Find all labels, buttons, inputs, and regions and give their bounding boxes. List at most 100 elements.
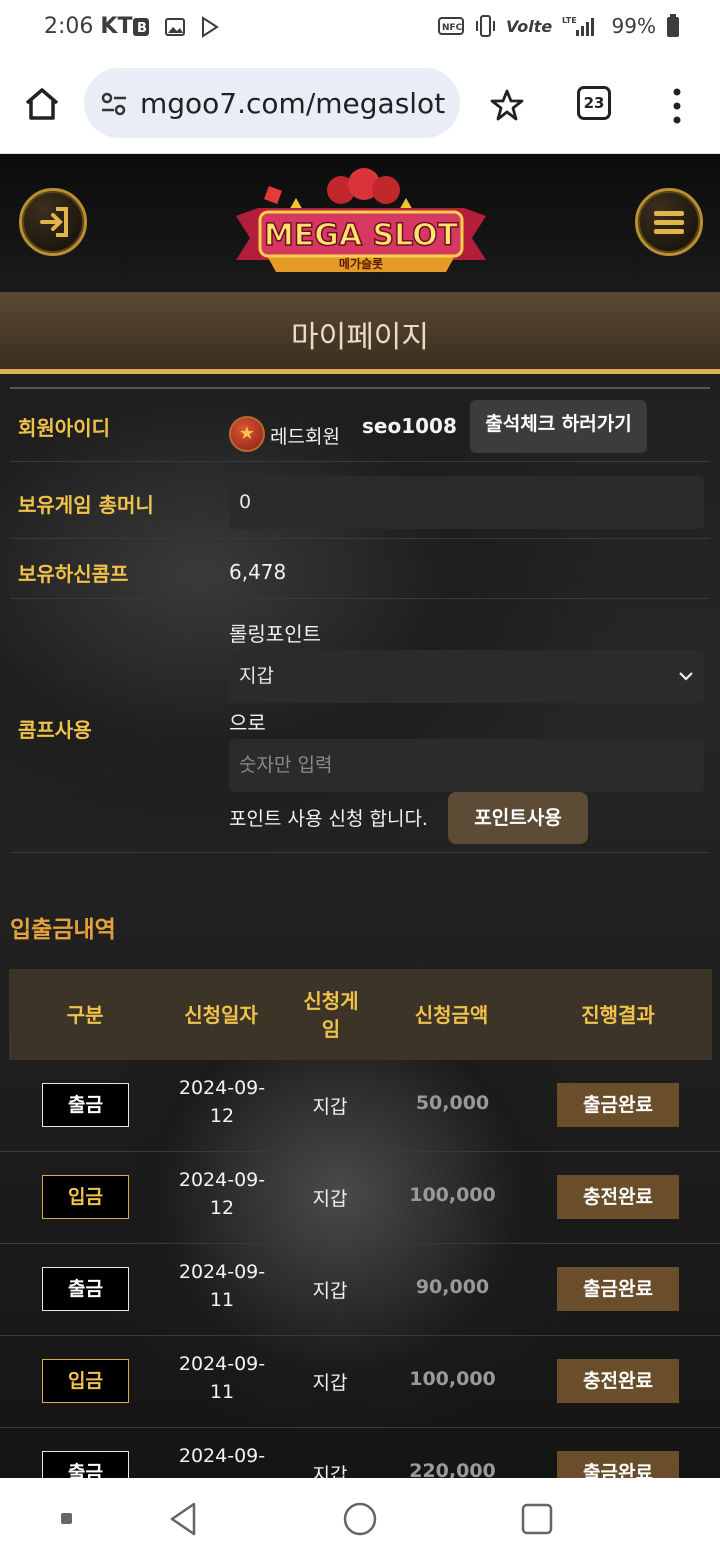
battery-percent: 99% bbox=[611, 14, 656, 38]
status-system-icons: NFC Volte LTE 99% bbox=[437, 14, 680, 38]
point-apply-text: 포인트 사용 신청 합니다. bbox=[229, 808, 428, 830]
battery-icon bbox=[667, 14, 679, 37]
chevron-down-icon bbox=[679, 672, 693, 681]
browser-toolbar: mgoo7.com/megaslot 23 bbox=[0, 56, 720, 154]
type-badge-out: 출금 bbox=[42, 1451, 129, 1478]
svg-text:LTE: LTE bbox=[562, 16, 577, 25]
history-table-header: 구분 신청일자 신청게임 신청금액 진행결과 bbox=[9, 969, 712, 1060]
status-badge: 출금완료 bbox=[557, 1451, 679, 1478]
request-date: 2024-09-12 bbox=[178, 1077, 266, 1127]
point-amount-input[interactable]: 숫자만 입력 bbox=[229, 739, 704, 792]
gallery-icon bbox=[165, 18, 185, 36]
request-amount: 50,000 bbox=[415, 1092, 490, 1114]
red-member-star-icon: ★ bbox=[229, 416, 265, 452]
request-game: 지갑 bbox=[312, 1372, 348, 1394]
table-row: 출금 2024-09-12 지갑 50,000 출금완료 bbox=[0, 1060, 720, 1152]
bookmark-star-icon[interactable] bbox=[490, 88, 524, 122]
status-notification-icons: B bbox=[130, 16, 220, 38]
table-row: 입금 2024-09-12 지갑 100,000 충전완료 bbox=[0, 1152, 720, 1244]
request-game: 지갑 bbox=[312, 1096, 348, 1118]
type-badge-in: 입금 bbox=[42, 1359, 129, 1403]
vibrate-icon bbox=[475, 15, 495, 37]
request-amount: 220,000 bbox=[409, 1460, 496, 1478]
logo-subtext: 메가슬롯 bbox=[339, 256, 383, 271]
request-date: 2024-09-12 bbox=[178, 1169, 266, 1219]
url-text: mgoo7.com/megaslot bbox=[140, 87, 446, 120]
status-bar: 2:06 KT B NFC Volte LTE 99% bbox=[0, 0, 720, 56]
divider bbox=[10, 387, 710, 389]
type-badge-in: 입금 bbox=[42, 1175, 129, 1219]
type-badge-out: 출금 bbox=[42, 1267, 129, 1311]
hamburger-menu-icon bbox=[654, 211, 684, 234]
request-amount: 100,000 bbox=[409, 1184, 496, 1206]
table-row: 출금 2024-09- 지갑 220,000 출금완료 bbox=[0, 1428, 720, 1478]
back-icon[interactable] bbox=[166, 1500, 200, 1538]
divider bbox=[10, 538, 710, 539]
game-money-field: 0 bbox=[229, 476, 704, 529]
comp-use-label: 콤프사용 bbox=[18, 718, 92, 742]
home-circle-icon[interactable] bbox=[342, 1501, 378, 1537]
login-icon bbox=[40, 207, 68, 237]
divider bbox=[10, 852, 710, 853]
svg-text:B: B bbox=[137, 21, 147, 36]
svg-text:NFC: NFC bbox=[442, 23, 463, 33]
status-badge: 충전완료 bbox=[557, 1359, 679, 1403]
request-game: 지갑 bbox=[312, 1188, 348, 1210]
site-settings-icon[interactable] bbox=[100, 90, 128, 118]
login-button[interactable] bbox=[19, 188, 87, 256]
wallet-select[interactable]: 지갑 bbox=[229, 650, 704, 703]
site-content: MEGA SLOT 메가슬롯 마이페이지 회원아이디 ★ 레드회원 seo100… bbox=[0, 154, 720, 1478]
column-header: 신청일자 bbox=[184, 1002, 258, 1027]
menu-button[interactable] bbox=[635, 188, 703, 256]
mega-slot-logo[interactable]: MEGA SLOT 메가슬롯 bbox=[236, 168, 486, 280]
comp-label: 보유하신콤프 bbox=[18, 562, 129, 586]
site-header: MEGA SLOT 메가슬롯 bbox=[0, 154, 720, 292]
status-badge: 충전완료 bbox=[557, 1175, 679, 1219]
home-icon[interactable] bbox=[22, 84, 62, 124]
request-date: 2024-09-11 bbox=[178, 1353, 266, 1403]
table-row: 입금 2024-09-11 지갑 100,000 충전완료 bbox=[0, 1336, 720, 1428]
page-title-bar: 마이페이지 bbox=[0, 292, 720, 374]
game-money-label: 보유게임 총머니 bbox=[18, 493, 154, 517]
member-level: 레드회원 bbox=[270, 426, 340, 448]
more-menu-icon[interactable] bbox=[667, 86, 687, 126]
type-badge-out: 출금 bbox=[42, 1083, 129, 1127]
status-badge: 출금완료 bbox=[557, 1267, 679, 1311]
volte-icon: Volte bbox=[506, 17, 552, 36]
logo-text: MEGA SLOT bbox=[264, 218, 459, 253]
status-time: 2:06 KT bbox=[44, 14, 133, 39]
wallet-select-value: 지갑 bbox=[239, 665, 274, 687]
member-id-label: 회원아이디 bbox=[18, 416, 110, 440]
page-title: 마이페이지 bbox=[291, 320, 429, 355]
status-badge: 출금완료 bbox=[557, 1083, 679, 1127]
recents-dot-icon[interactable] bbox=[60, 1512, 74, 1526]
request-date: 2024-09- bbox=[178, 1445, 266, 1467]
request-amount: 100,000 bbox=[409, 1368, 496, 1390]
overview-icon[interactable] bbox=[520, 1502, 554, 1536]
table-row: 출금 2024-09-11 지갑 90,000 출금완료 bbox=[0, 1244, 720, 1336]
column-header: 신청금액 bbox=[414, 1002, 489, 1027]
tab-switcher-button[interactable]: 23 bbox=[577, 86, 611, 120]
attendance-check-button[interactable]: 출석체크 하러가기 bbox=[470, 400, 647, 453]
request-game: 지갑 bbox=[312, 1280, 348, 1302]
address-bar[interactable]: mgoo7.com/megaslot bbox=[84, 68, 460, 138]
system-navigation-bar bbox=[0, 1478, 720, 1560]
to-label: 으로 bbox=[229, 711, 266, 735]
play-store-icon bbox=[202, 16, 219, 38]
member-id: seo1008 bbox=[362, 414, 457, 438]
signal-icon: LTE bbox=[562, 16, 594, 36]
divider bbox=[10, 461, 710, 462]
divider bbox=[10, 598, 710, 599]
request-game: 지갑 bbox=[312, 1464, 348, 1478]
column-header: 신청게임 bbox=[303, 988, 359, 1041]
request-amount: 90,000 bbox=[415, 1276, 490, 1298]
nfc-icon: NFC bbox=[437, 17, 464, 35]
column-header: 구분 bbox=[66, 1002, 104, 1027]
use-point-button[interactable]: 포인트사용 bbox=[448, 792, 588, 844]
history-title: 입출금내역 bbox=[10, 917, 116, 943]
b-app-icon: B bbox=[133, 18, 149, 36]
column-header: 진행결과 bbox=[581, 1002, 655, 1027]
svg-text:Volte: Volte bbox=[506, 17, 552, 36]
rolling-point-label: 롤링포인트 bbox=[229, 622, 321, 646]
request-date: 2024-09-11 bbox=[178, 1261, 266, 1311]
